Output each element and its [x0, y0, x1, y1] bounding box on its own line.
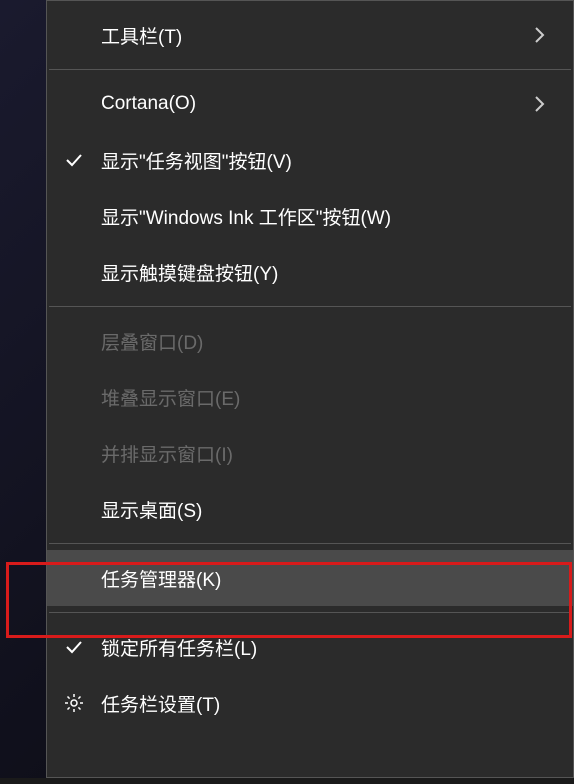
gear-icon [47, 693, 101, 713]
menu-item-cascade-windows: 层叠窗口(D) [47, 313, 573, 369]
menu-label: 锁定所有任务栏(L) [101, 634, 555, 661]
menu-item-toolbars[interactable]: 工具栏(T) [47, 7, 573, 63]
menu-label: 显示"任务视图"按钮(V) [101, 147, 555, 174]
chevron-right-icon [525, 26, 555, 44]
menu-label: 层叠窗口(D) [101, 328, 555, 355]
menu-item-lock-taskbars[interactable]: 锁定所有任务栏(L) [47, 619, 573, 675]
menu-separator [49, 543, 571, 544]
menu-item-task-manager[interactable]: 任务管理器(K) [47, 550, 573, 606]
menu-separator [49, 69, 571, 70]
menu-item-show-touch-keyboard[interactable]: 显示触摸键盘按钮(Y) [47, 244, 573, 300]
taskbar-context-menu: 工具栏(T) Cortana(O) 显示"任务视图"按钮(V) 显示"Windo… [46, 0, 574, 778]
menu-label: 显示桌面(S) [101, 496, 555, 523]
menu-label: 显示触摸键盘按钮(Y) [101, 259, 555, 286]
menu-item-cortana[interactable]: Cortana(O) [47, 76, 573, 132]
menu-item-stack-windows: 堆叠显示窗口(E) [47, 369, 573, 425]
menu-item-taskbar-settings[interactable]: 任务栏设置(T) [47, 675, 573, 731]
desktop-background [0, 0, 50, 784]
menu-separator [49, 612, 571, 613]
check-icon [47, 638, 101, 656]
menu-label: 任务栏设置(T) [101, 690, 555, 717]
menu-item-show-taskview[interactable]: 显示"任务视图"按钮(V) [47, 132, 573, 188]
menu-label: 工具栏(T) [101, 22, 525, 49]
menu-label: Cortana(O) [101, 93, 525, 115]
menu-label: 并排显示窗口(I) [101, 440, 555, 467]
check-icon [47, 151, 101, 169]
menu-item-side-by-side: 并排显示窗口(I) [47, 425, 573, 481]
menu-label: 显示"Windows Ink 工作区"按钮(W) [101, 203, 555, 230]
menu-label: 任务管理器(K) [101, 565, 555, 592]
menu-item-show-ink[interactable]: 显示"Windows Ink 工作区"按钮(W) [47, 188, 573, 244]
chevron-right-icon [525, 95, 555, 113]
menu-separator [49, 306, 571, 307]
taskbar [0, 778, 574, 784]
menu-label: 堆叠显示窗口(E) [101, 384, 555, 411]
menu-item-show-desktop[interactable]: 显示桌面(S) [47, 481, 573, 537]
